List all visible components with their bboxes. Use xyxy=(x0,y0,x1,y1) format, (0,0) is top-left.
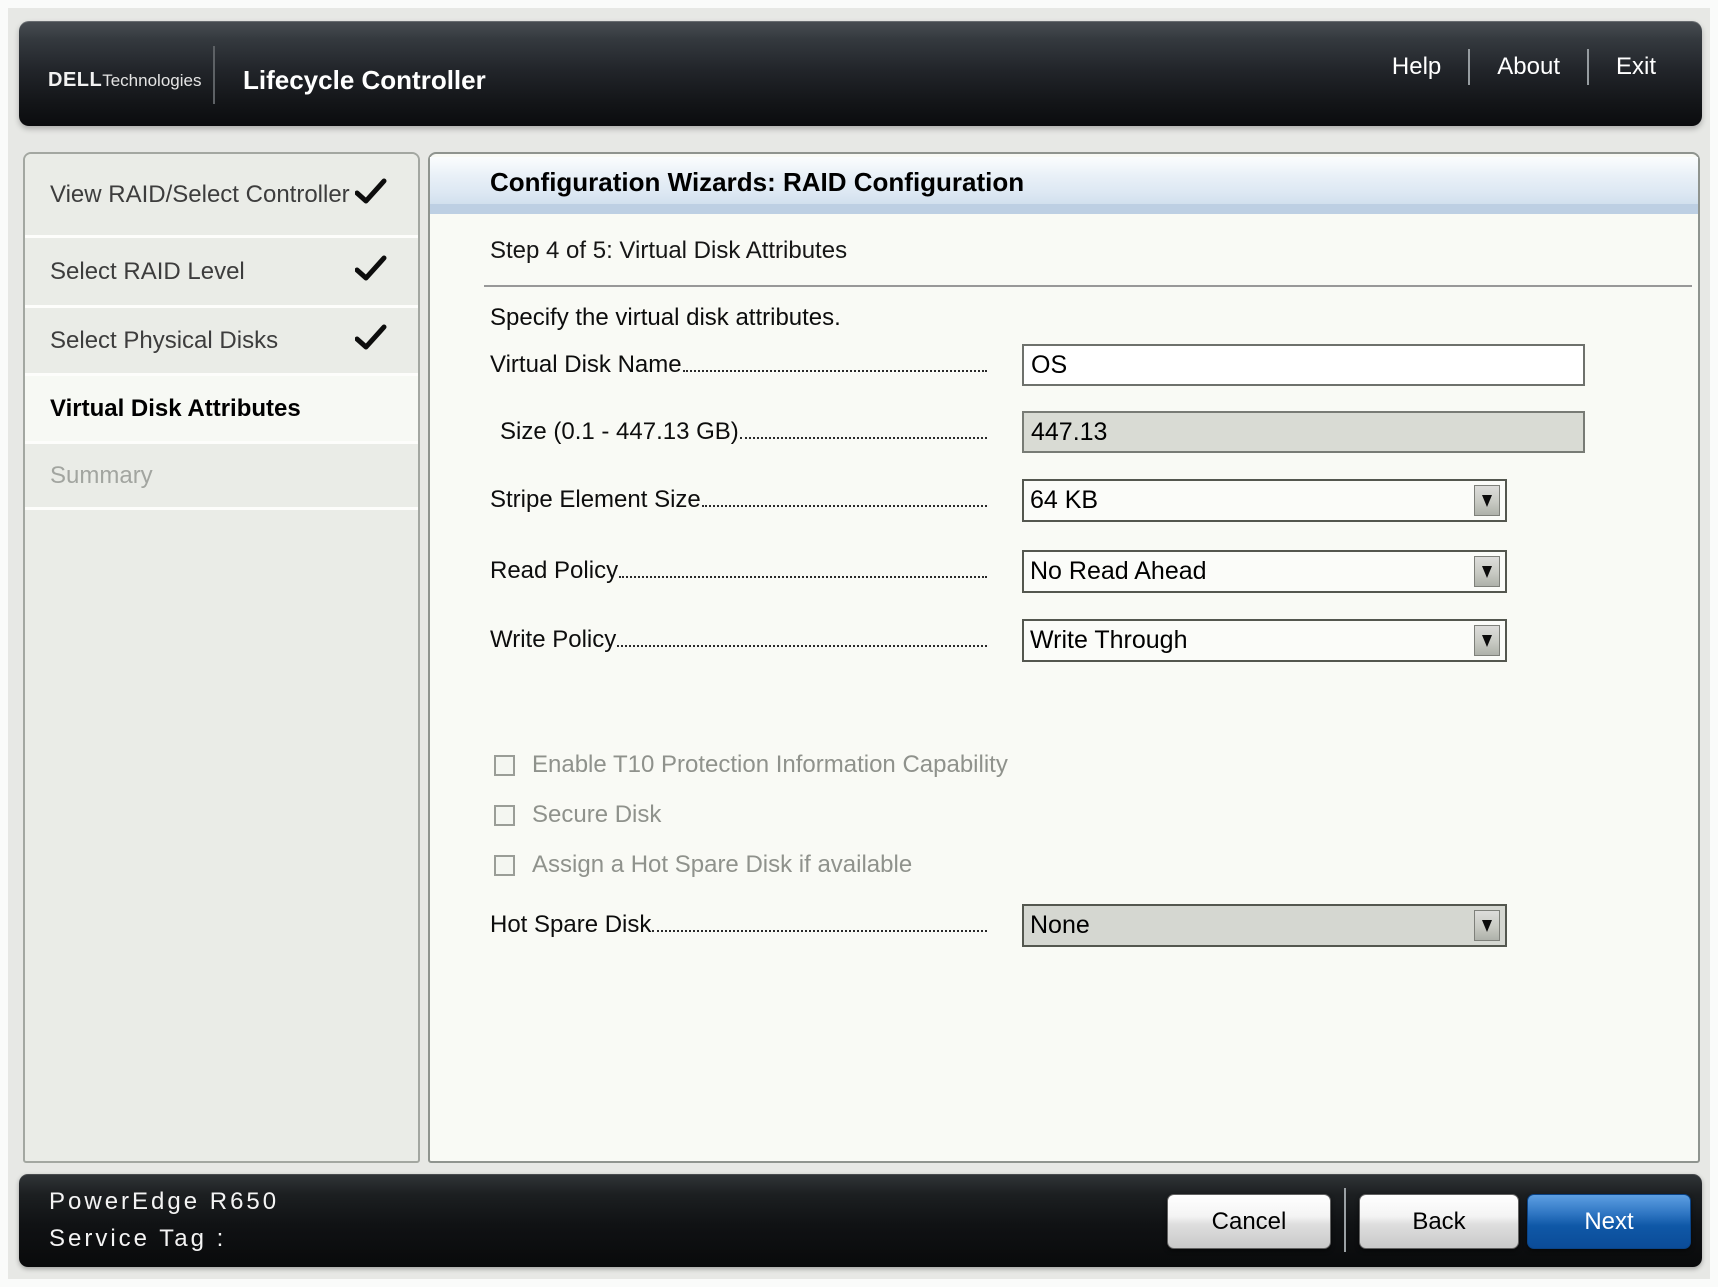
dropdown-button[interactable] xyxy=(1474,556,1500,587)
virtual-disk-name-input[interactable] xyxy=(1022,344,1585,386)
dropdown-button[interactable] xyxy=(1474,625,1500,656)
dell-logo-text: DELL xyxy=(48,69,102,91)
sidebar-item-select-physical-disks[interactable]: Select Physical Disks xyxy=(25,308,418,376)
wizard-steps-sidebar: View RAID/Select Controller Select RAID … xyxy=(23,152,420,1163)
dell-technologies-logo: DELLTechnologies xyxy=(48,69,201,92)
checkmark-icon xyxy=(355,324,387,358)
size-row: Size (0.1 - 447.13 GB) xyxy=(490,411,1688,453)
exit-link[interactable]: Exit xyxy=(1616,53,1656,81)
stripe-element-size-select[interactable]: 64 KB xyxy=(1022,479,1507,522)
chevron-down-icon xyxy=(1482,566,1492,578)
dotted-leader xyxy=(683,370,987,372)
sidebar-item-label: Select RAID Level xyxy=(50,258,245,286)
size-input xyxy=(1022,411,1585,453)
nav-separator xyxy=(1468,49,1470,85)
top-header-bar: DELLTechnologies Lifecycle Controller He… xyxy=(19,21,1702,126)
hot-spare-disk-row: Hot Spare Disk None xyxy=(490,904,1688,946)
dotted-leader xyxy=(702,505,987,507)
main-panel: Configuration Wizards: RAID Configuratio… xyxy=(428,152,1700,1163)
secure-disk-checkbox xyxy=(494,805,515,826)
size-label: Size (0.1 - 447.13 GB) xyxy=(490,418,987,446)
about-link[interactable]: About xyxy=(1497,53,1560,81)
secure-disk-checkbox-row: Secure Disk xyxy=(494,800,661,830)
sidebar-item-select-raid-level[interactable]: Select RAID Level xyxy=(25,238,418,308)
dotted-leader xyxy=(619,576,987,578)
assign-hot-spare-checkbox-row: Assign a Hot Spare Disk if available xyxy=(494,850,912,880)
write-policy-select[interactable]: Write Through xyxy=(1022,619,1507,662)
header-divider xyxy=(213,46,215,104)
virtual-disk-name-label: Virtual Disk Name xyxy=(490,351,987,379)
enable-t10-label: Enable T10 Protection Information Capabi… xyxy=(532,751,1008,779)
dotted-leader xyxy=(617,645,987,647)
next-button[interactable]: Next xyxy=(1527,1194,1691,1249)
sidebar-item-virtual-disk-attributes[interactable]: Virtual Disk Attributes xyxy=(25,376,418,444)
assign-hot-spare-label: Assign a Hot Spare Disk if available xyxy=(532,851,912,879)
dotted-leader xyxy=(652,930,987,932)
chevron-down-icon xyxy=(1482,920,1492,932)
footer-button-divider xyxy=(1344,1188,1346,1252)
read-policy-row: Read Policy No Read Ahead xyxy=(490,550,1688,592)
sidebar-item-summary: Summary xyxy=(25,444,418,510)
panel-title-bar: Configuration Wizards: RAID Configuratio… xyxy=(430,157,1698,214)
stripe-element-size-label: Stripe Element Size xyxy=(490,486,987,514)
system-model: PowerEdge R650 xyxy=(49,1188,279,1216)
top-nav: Help About Exit xyxy=(1392,49,1656,85)
chevron-down-icon xyxy=(1482,495,1492,507)
sidebar-item-label: Summary xyxy=(50,462,153,490)
bottom-status-bar: PowerEdge R650 Service Tag : Cancel Back… xyxy=(19,1174,1702,1267)
enable-t10-checkbox xyxy=(494,755,515,776)
chevron-down-icon xyxy=(1482,635,1492,647)
enable-t10-checkbox-row: Enable T10 Protection Information Capabi… xyxy=(494,750,1008,780)
cancel-button[interactable]: Cancel xyxy=(1167,1194,1331,1249)
write-policy-label: Write Policy xyxy=(490,626,987,654)
sidebar-item-label: Select Physical Disks xyxy=(50,327,278,355)
horizontal-divider xyxy=(484,285,1692,287)
read-policy-label: Read Policy xyxy=(490,557,987,585)
dotted-leader xyxy=(740,437,987,439)
back-button[interactable]: Back xyxy=(1359,1194,1519,1249)
write-policy-row: Write Policy Write Through xyxy=(490,619,1688,661)
hot-spare-disk-label: Hot Spare Disk xyxy=(490,911,987,939)
dropdown-button xyxy=(1474,910,1500,941)
dropdown-button[interactable] xyxy=(1474,485,1500,516)
sidebar-item-label: View RAID/Select Controller xyxy=(50,181,350,209)
nav-separator xyxy=(1587,49,1589,85)
read-policy-select[interactable]: No Read Ahead xyxy=(1022,550,1507,593)
technologies-logo-text: Technologies xyxy=(102,71,201,90)
secure-disk-label: Secure Disk xyxy=(532,801,661,829)
hot-spare-disk-select: None xyxy=(1022,904,1507,947)
step-title: Step 4 of 5: Virtual Disk Attributes xyxy=(490,237,847,265)
panel-title: Configuration Wizards: RAID Configuratio… xyxy=(490,167,1024,198)
instruction-text: Specify the virtual disk attributes. xyxy=(490,304,841,332)
checkmark-icon xyxy=(355,255,387,289)
help-link[interactable]: Help xyxy=(1392,53,1441,81)
app-title: Lifecycle Controller xyxy=(243,65,486,96)
virtual-disk-name-row: Virtual Disk Name xyxy=(490,344,1688,386)
service-tag: Service Tag : xyxy=(49,1225,226,1253)
sidebar-item-label: Virtual Disk Attributes xyxy=(50,395,301,423)
assign-hot-spare-checkbox xyxy=(494,855,515,876)
sidebar-item-view-raid-select-controller[interactable]: View RAID/Select Controller xyxy=(25,154,418,238)
checkmark-icon xyxy=(355,178,387,212)
stripe-element-size-row: Stripe Element Size 64 KB xyxy=(490,479,1688,521)
